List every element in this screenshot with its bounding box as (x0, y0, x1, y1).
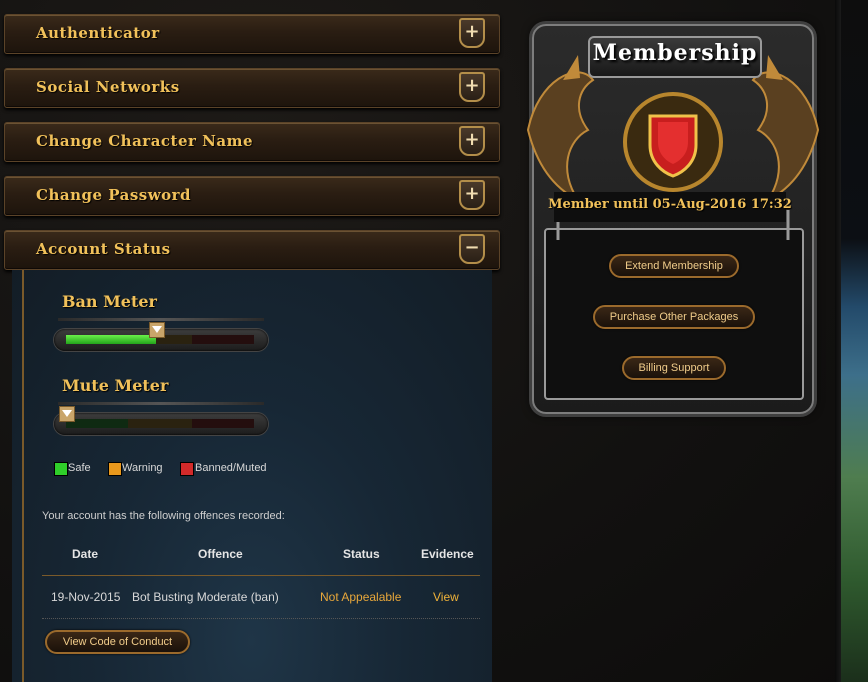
safe-swatch-icon (54, 462, 68, 476)
mute-meter-title: Mute Meter (62, 376, 169, 395)
ban-meter-title: Ban Meter (62, 292, 157, 311)
background-scenery (835, 0, 868, 682)
shield-icon (623, 92, 723, 192)
expand-icon[interactable]: + (459, 72, 485, 102)
left-dragon-icon (526, 55, 595, 203)
expand-icon[interactable]: + (459, 18, 485, 48)
expand-icon[interactable]: + (459, 126, 485, 156)
offence-name: Bot Busting Moderate (ban) (132, 590, 279, 604)
accordion-label: Account Status (36, 240, 171, 258)
mute-meter-marker-icon (59, 406, 75, 422)
meter-zone-warning (128, 419, 192, 428)
accordion-label: Authenticator (36, 24, 160, 42)
view-evidence-link[interactable]: View (433, 590, 459, 604)
accordion-social-networks[interactable]: Social Networks + (4, 68, 500, 108)
ban-meter-marker-icon (149, 322, 166, 338)
offence-date: 19-Nov-2015 (51, 590, 121, 604)
accordion-label: Change Password (36, 186, 192, 204)
banned-swatch-icon (180, 462, 194, 476)
offences-intro: Your account has the following offences … (42, 510, 285, 522)
column-header-status: Status (343, 547, 380, 561)
column-header-date: Date (72, 547, 99, 561)
billing-support-button[interactable]: Billing Support (622, 356, 726, 380)
legend-label-banned: Banned/Muted (195, 462, 267, 474)
accordion-change-password[interactable]: Change Password + (4, 176, 500, 216)
mute-meter (54, 406, 268, 435)
ban-meter-fill (66, 335, 157, 344)
legend-label-warning: Warning (122, 462, 163, 474)
right-dragon-icon (751, 55, 820, 203)
accordion-change-character-name[interactable]: Change Character Name + (4, 122, 500, 162)
view-code-of-conduct-button[interactable]: View Code of Conduct (45, 630, 190, 654)
accordion-label: Change Character Name (36, 132, 253, 150)
offence-status: Not Appealable (320, 590, 402, 604)
panel-divider (22, 270, 24, 682)
membership-expiry: Member until 05-Aug-2016 17:32 (548, 197, 792, 212)
collapse-icon[interactable]: − (459, 234, 485, 264)
meter-divider (58, 318, 264, 321)
membership-title: Membership (592, 40, 758, 66)
ban-meter (54, 322, 268, 351)
legend-label-safe: Safe (68, 462, 91, 474)
accordion-authenticator[interactable]: Authenticator + (4, 14, 500, 54)
table-row-divider (42, 618, 480, 619)
table-header-divider (42, 575, 480, 576)
column-header-evidence: Evidence (421, 547, 474, 561)
warning-swatch-icon (108, 462, 122, 476)
meter-track (66, 419, 254, 428)
expand-icon[interactable]: + (459, 180, 485, 210)
extend-membership-button[interactable]: Extend Membership (609, 254, 739, 278)
accordion-label: Social Networks (36, 78, 180, 96)
meter-divider (58, 402, 264, 405)
column-header-offence: Offence (198, 547, 243, 561)
purchase-other-packages-button[interactable]: Purchase Other Packages (593, 305, 755, 329)
accordion-account-status[interactable]: Account Status − (4, 230, 500, 270)
meter-zone-safe (66, 419, 129, 428)
